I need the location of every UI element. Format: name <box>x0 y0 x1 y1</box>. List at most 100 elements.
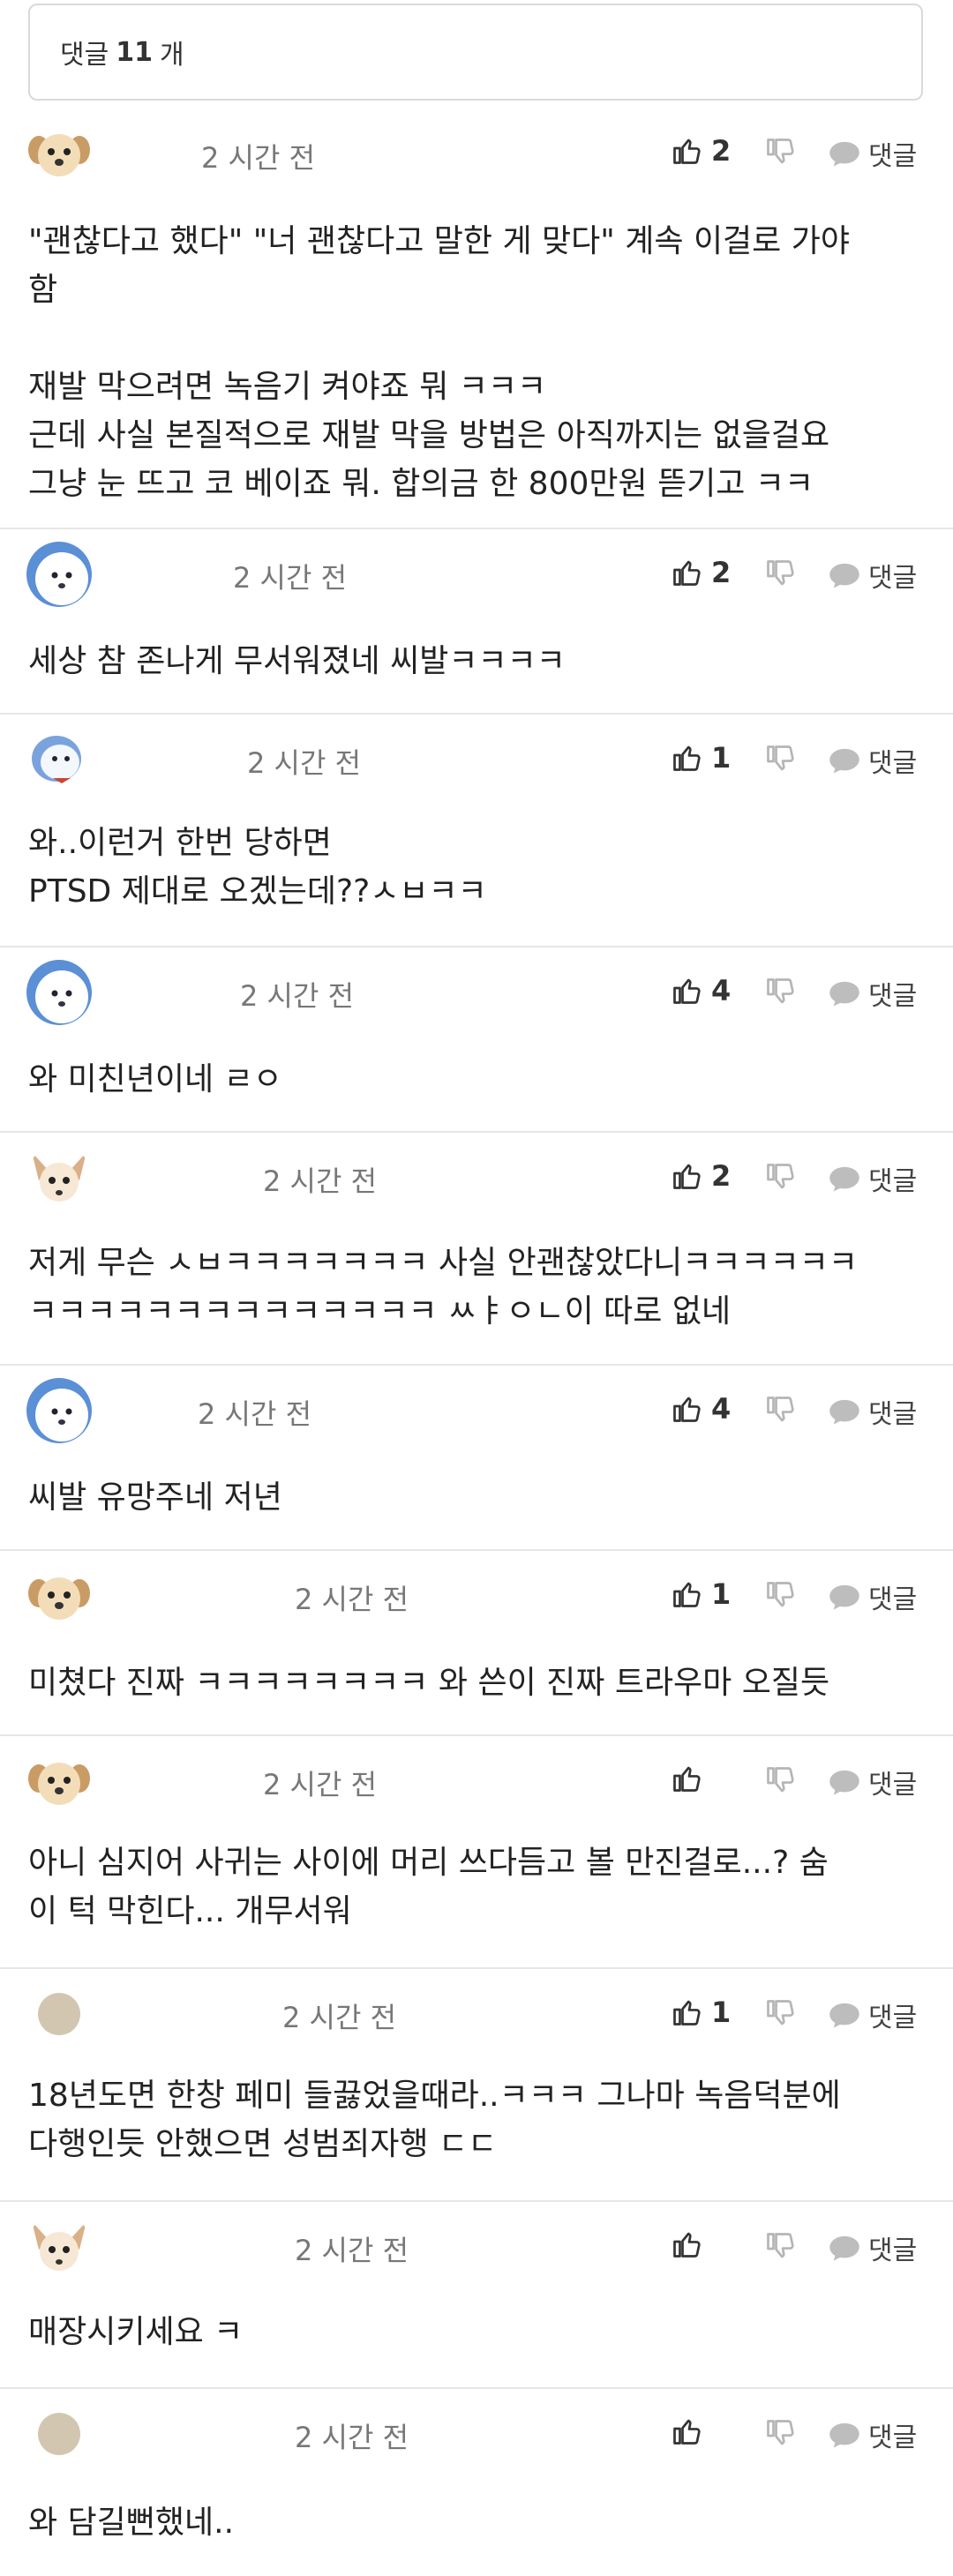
like-button[interactable] <box>671 1763 729 1794</box>
reply-label: 댓글 <box>868 2003 918 2033</box>
thumb-down-icon[interactable] <box>764 976 796 1007</box>
thumb-down-icon[interactable] <box>764 1579 796 1611</box>
thumb-down-icon[interactable] <box>764 2417 796 2449</box>
comment-item: 2 시간 전 1 댓글 미쳤다 진짜 ㅋㅋㅋㅋㅋㅋㅋㅋ 와 쓴이 진짜 트라우마… <box>0 1551 953 1736</box>
like-button[interactable]: 1 <box>671 741 731 775</box>
comment-time: 2 시간 전 <box>295 1583 409 1616</box>
comment-section: 댓글 1 1 개 2 시간 전 2 댓글 "괜찮다고 했다" "너 괜찮다고 말한… <box>0 0 953 2576</box>
avatar[interactable] <box>26 1145 92 1210</box>
comment-text: 와 미친년이네 ㄹㅇ <box>28 1061 282 1097</box>
speech-bubble-icon <box>828 2001 861 2029</box>
like-button[interactable]: 2 <box>671 1159 731 1193</box>
comment-item: 2 시간 전 1 댓글 와..이런거 한번 당하면 PTSD 제대로 오겠는데?… <box>0 715 953 947</box>
avatar[interactable] <box>26 1378 92 1443</box>
avatar[interactable] <box>26 1981 92 2047</box>
like-count: 4 <box>711 974 732 1007</box>
comment-header: 2 시간 전 4 댓글 <box>0 947 953 1036</box>
thumb-up-icon <box>671 557 702 588</box>
thumb-down-icon[interactable] <box>764 1161 796 1193</box>
comment-item: 2 시간 전 2 댓글 "괜찮다고 했다" "너 괜찮다고 말한 게 맞다" 계… <box>0 109 953 529</box>
puppy-avatar-icon <box>26 1563 92 1629</box>
thumb-up-icon <box>671 742 702 774</box>
comment-item: 2 시간 전 4 댓글 와 미친년이네 ㄹㅇ <box>0 947 953 1133</box>
speech-bubble-icon <box>828 746 861 775</box>
like-count: 2 <box>711 1159 732 1193</box>
like-button[interactable]: 4 <box>671 974 731 1007</box>
avatar[interactable] <box>26 1749 92 1814</box>
avatar[interactable] <box>26 120 92 185</box>
reply-button[interactable]: 댓글 <box>828 1159 917 1198</box>
comment-text: 와 담길뻔했네.. <box>28 2505 235 2541</box>
reply-label: 댓글 <box>868 1399 918 1430</box>
thumb-down-icon[interactable] <box>764 1997 796 2029</box>
seal-avatar-icon <box>26 960 92 1025</box>
comment-header: 2 시간 전 1 댓글 <box>0 715 953 803</box>
chihuahua-avatar-icon <box>26 2214 92 2280</box>
thumb-up-icon <box>671 135 702 167</box>
comment-header: 2 시간 전 댓글 <box>0 1736 953 1824</box>
avatar[interactable] <box>26 727 92 792</box>
like-button[interactable]: 2 <box>671 134 731 168</box>
puppy-avatar-icon <box>26 120 92 185</box>
reply-button[interactable]: 댓글 <box>828 2228 917 2267</box>
seal-avatar-icon <box>26 542 92 607</box>
comment-count-box[interactable]: 댓글 11 개 <box>28 4 923 101</box>
thumb-down-icon[interactable] <box>764 2230 796 2262</box>
reply-button[interactable]: 댓글 <box>828 1996 917 2034</box>
speech-bubble-icon <box>828 1397 861 1426</box>
comment-header: 2 시간 전 1 댓글 <box>0 1551 953 1639</box>
comment-text: 매장시키세요 ㅋ <box>28 2314 244 2350</box>
comment-item: 2 시간 전 2 댓글 세상 참 존나게 무서워졌네 씨발ㅋㅋㅋㅋ <box>0 529 953 715</box>
seal-avatar-icon <box>26 727 92 792</box>
speech-bubble-icon <box>828 2421 861 2449</box>
thumb-down-icon[interactable] <box>764 136 796 168</box>
reply-label: 댓글 <box>868 981 918 1012</box>
speech-bubble-icon <box>828 2234 861 2262</box>
comment-time: 2 시간 전 <box>295 2421 409 2454</box>
comment-item: 2 시간 전 2 댓글 저게 무슨 ㅅㅂㅋㅋㅋㅋㅋㅋㅋ 사실 안괜찮았다니ㅋㅋㅋ… <box>0 1133 953 1366</box>
reply-button[interactable]: 댓글 <box>828 1763 917 1801</box>
comment-item: 2 시간 전 댓글 매장시키세요 ㅋ <box>0 2202 953 2389</box>
speech-bubble-icon <box>828 1583 861 1611</box>
reply-button[interactable]: 댓글 <box>828 974 917 1013</box>
like-count: 1 <box>711 1996 732 2029</box>
avatar[interactable] <box>26 2214 92 2280</box>
like-button[interactable]: 4 <box>671 1392 731 1426</box>
like-count: 2 <box>711 134 732 168</box>
thumb-up-icon <box>671 1763 702 1794</box>
reply-button[interactable]: 댓글 <box>828 2415 917 2454</box>
reply-button[interactable]: 댓글 <box>828 134 917 173</box>
reply-label: 댓글 <box>868 1584 918 1615</box>
like-button[interactable]: 1 <box>671 1577 731 1611</box>
avatar[interactable] <box>26 960 92 1025</box>
like-button[interactable] <box>671 2228 729 2260</box>
like-button[interactable]: 1 <box>671 1996 731 2029</box>
comment-time: 2 시간 전 <box>201 141 316 175</box>
like-button[interactable] <box>671 2415 729 2447</box>
default-avatar-icon <box>26 1981 92 2047</box>
reply-button[interactable]: 댓글 <box>828 741 917 780</box>
reply-button[interactable]: 댓글 <box>828 1577 917 1616</box>
avatar[interactable] <box>26 1563 92 1629</box>
reply-button[interactable]: 댓글 <box>828 1392 917 1431</box>
reply-label: 댓글 <box>868 748 918 779</box>
like-count: 2 <box>711 556 732 589</box>
avatar[interactable] <box>26 2401 92 2467</box>
thumb-down-icon[interactable] <box>764 1394 796 1426</box>
avatar[interactable] <box>26 542 92 607</box>
thumb-up-icon <box>671 2415 702 2447</box>
thumb-down-icon[interactable] <box>764 558 796 589</box>
reply-button[interactable]: 댓글 <box>828 556 917 595</box>
reply-label: 댓글 <box>868 1770 918 1801</box>
thumb-down-icon[interactable] <box>764 1764 796 1796</box>
comment-count-suffix: 개 <box>159 40 184 71</box>
like-button[interactable]: 2 <box>671 556 731 589</box>
comment-time: 2 시간 전 <box>295 2234 409 2267</box>
chihuahua-avatar-icon <box>26 1145 92 1210</box>
comment-item: 2 시간 전 4 댓글 씨발 유망주네 저년 <box>0 1366 953 1551</box>
default-avatar-icon <box>26 2401 92 2467</box>
thumb-down-icon[interactable] <box>764 743 796 775</box>
comment-text: 아니 심지어 사귀는 사이에 머리 쓰다듬고 볼 만진걸로...? 숨 이 턱 … <box>28 1845 829 1929</box>
comment-time: 2 시간 전 <box>282 2001 397 2034</box>
reply-label: 댓글 <box>868 563 918 594</box>
